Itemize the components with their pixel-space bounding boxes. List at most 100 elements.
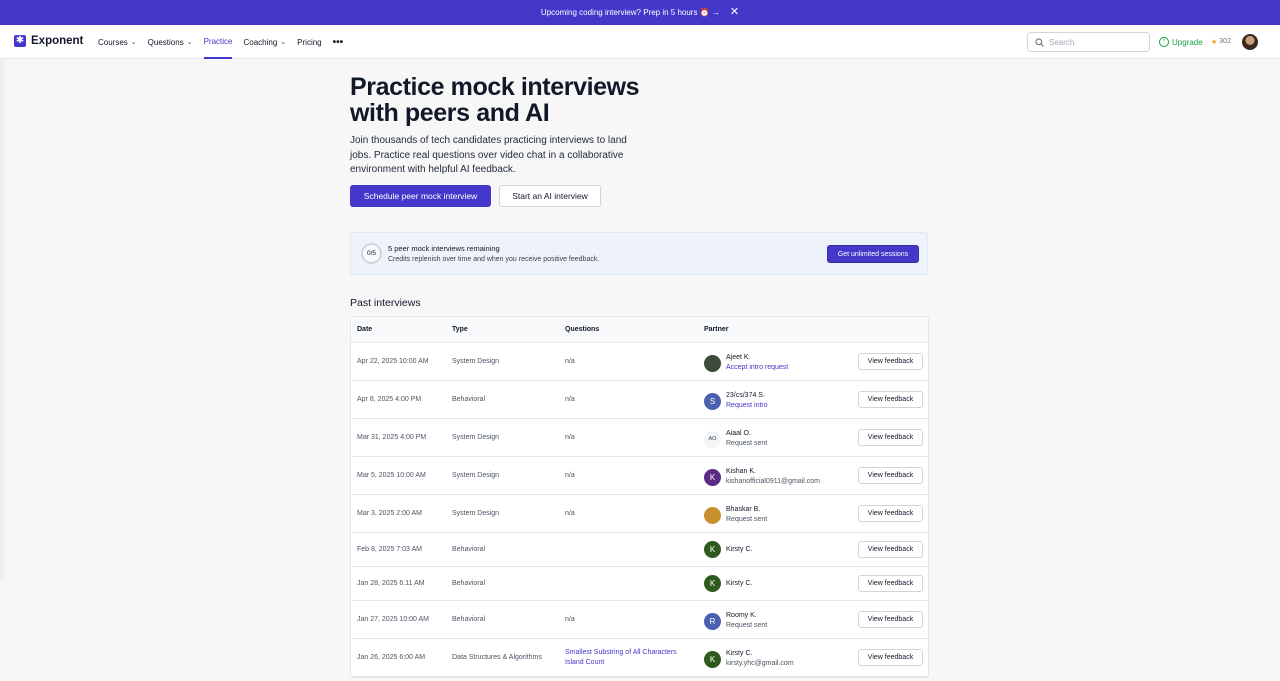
partner-avatar [704, 354, 721, 372]
page-title: Practice mock interviews with peers and … [350, 73, 640, 127]
partner-avatar [704, 506, 721, 524]
search-input[interactable] [1049, 37, 1139, 47]
partner-name: 23/cs/374 S. [726, 392, 765, 399]
partner-cell: S 23/cs/374 S. Request intro [704, 391, 768, 411]
partner-cell: AO Aiaal O. Request sent [704, 429, 767, 449]
question-value: n/a [565, 396, 575, 403]
hero-description: Join thousands of tech candidates practi… [350, 135, 627, 175]
view-feedback-button[interactable]: View feedback [858, 649, 923, 666]
table-header: Date Type Questions Partner [351, 317, 928, 343]
interview-type: System Design [452, 434, 500, 441]
interview-type: Behavioral [452, 616, 486, 623]
credits-title: 5 peer mock interviews remaining [388, 244, 500, 253]
partner-action-link[interactable]: Request intro [726, 401, 768, 411]
interview-date: Mar 5, 2025 10:00 AM [357, 472, 426, 479]
question-value: n/a [565, 358, 575, 365]
chevron-down-icon: ⌄ [186, 39, 193, 46]
header-type: Type [452, 326, 468, 333]
upgrade-label: Upgrade [1172, 37, 1203, 47]
partner-info: Aiaal O. Request sent [726, 429, 767, 449]
nav-questions[interactable]: Questions ⌄ [148, 25, 193, 59]
partner-cell: R Roomy K. Request sent [704, 611, 767, 631]
get-unlimited-sessions-button[interactable]: Get unlimited sessions [827, 245, 919, 263]
view-feedback-button[interactable]: View feedback [858, 541, 923, 558]
question-value: n/a [565, 616, 575, 623]
question-link[interactable]: Smallest Substring of All Characters [565, 648, 677, 659]
nav-coaching[interactable]: Coaching ⌄ [243, 25, 286, 59]
view-feedback-button[interactable]: View feedback [858, 391, 923, 408]
interview-type: Behavioral [452, 546, 486, 553]
table-row: Apr 22, 2025 10:00 AM System Design n/a Aje… [351, 343, 928, 381]
interview-date: Jan 27, 2025 10:00 AM [357, 616, 429, 623]
nav-pricing-label: Pricing [297, 37, 322, 47]
points-badge[interactable]: ★ 302 [1211, 38, 1231, 46]
question-link[interactable]: Island Count [565, 658, 604, 669]
search-box[interactable] [1027, 32, 1150, 52]
header-questions: Questions [565, 326, 600, 333]
table-row: Apr 8, 2025 4:00 PM Behavioral n/a S 23/cs/3… [351, 381, 928, 419]
promo-banner[interactable]: Upcoming coding interview? Prep in 5 hou… [0, 0, 1280, 25]
start-ai-interview-button[interactable]: Start an AI interview [499, 185, 601, 207]
nav-practice[interactable]: Practice [203, 25, 233, 59]
question-value: n/a [565, 434, 575, 441]
more-menu-icon[interactable]: ••• [333, 25, 344, 59]
partner-cell: Ajeet K. Accept intro request [704, 353, 788, 373]
user-avatar[interactable] [1242, 34, 1258, 50]
nav-practice-label: Practice [203, 36, 233, 46]
partner-name: Kirsty C. [726, 579, 753, 587]
partner-status: kirsty.yhc@gmail.com [726, 660, 794, 667]
partner-info: Kirsty C. [726, 579, 752, 589]
partner-avatar: S [704, 392, 721, 410]
table-row: Jan 28, 2025 6:11 AM Behavioral K Kirsty C.… [351, 567, 928, 601]
partner-cell: K Kirsty C. [704, 541, 752, 558]
interview-type: System Design [452, 510, 500, 517]
partner-info: Kirsty C. [726, 545, 752, 555]
interview-type: System Design [452, 472, 500, 479]
table-row: Jan 26, 2025 6:00 AM Data Structures & Al… [351, 639, 928, 677]
search-icon [1035, 37, 1044, 47]
partner-name: Kirsty C. [726, 650, 753, 657]
logo[interactable]: ✱ Exponent [14, 35, 83, 47]
table-row: Feb 8, 2025 7:03 AM Behavioral K Kirsty C. V… [351, 533, 928, 567]
logo-text: Exponent [31, 35, 84, 47]
nav-pricing[interactable]: Pricing [297, 25, 321, 59]
partner-cell: K Kirsty C. [704, 575, 752, 592]
banner-text[interactable]: Upcoming coding interview? Prep in 5 hou… [541, 8, 720, 17]
nav-coaching-label: Coaching [243, 37, 278, 47]
view-feedback-button[interactable]: View feedback [858, 575, 923, 592]
partner-name: Kirsty C. [726, 545, 753, 553]
star-icon: ★ [1211, 39, 1218, 46]
partner-name: Bhaskar B. [726, 506, 761, 513]
header-partner: Partner [704, 326, 729, 333]
view-feedback-button[interactable]: View feedback [858, 467, 923, 484]
chevron-down-icon: ⌄ [130, 39, 137, 46]
schedule-peer-mock-button[interactable]: Schedule peer mock interview [350, 185, 491, 207]
question-value: n/a [565, 510, 575, 517]
nav-courses[interactable]: Courses ⌄ [98, 25, 137, 59]
partner-info: 23/cs/374 S. Request intro [726, 391, 768, 411]
side-shadow [0, 59, 8, 579]
partner-info: Kirsty C. kirsty.yhc@gmail.com [726, 649, 794, 669]
partner-name: Roomy K. [726, 612, 757, 619]
interview-type: Behavioral [452, 580, 486, 587]
partner-status: Request sent [726, 622, 768, 629]
partner-info: Kishan K. kishanofficial0911@gmail.com [726, 467, 820, 487]
partner-avatar: K [704, 468, 721, 486]
header-date: Date [357, 326, 373, 333]
interview-date: Jan 26, 2025 6:00 AM [357, 654, 426, 661]
partner-action-link[interactable]: Accept intro request [726, 363, 788, 373]
close-icon[interactable]: ✕ [730, 7, 739, 18]
upgrade-link[interactable]: ↑ Upgrade [1159, 37, 1203, 47]
interview-type: Behavioral [452, 396, 486, 403]
partner-name: Ajeet K. [726, 354, 751, 361]
interview-type: System Design [452, 358, 500, 365]
view-feedback-button[interactable]: View feedback [858, 505, 923, 522]
view-feedback-button[interactable]: View feedback [858, 611, 923, 628]
table-row: Jan 27, 2025 10:00 AM Behavioral n/a R Roomy… [351, 601, 928, 639]
partner-cell: K Kishan K. kishanofficial0911@gmail.com [704, 467, 820, 487]
view-feedback-button[interactable]: View feedback [858, 429, 923, 446]
partner-name: Kishan K. [726, 468, 756, 475]
view-feedback-button[interactable]: View feedback [858, 353, 923, 370]
interview-date: Feb 8, 2025 7:03 AM [357, 546, 422, 553]
table-body: Apr 22, 2025 10:00 AM System Design n/a Aje… [351, 343, 928, 677]
